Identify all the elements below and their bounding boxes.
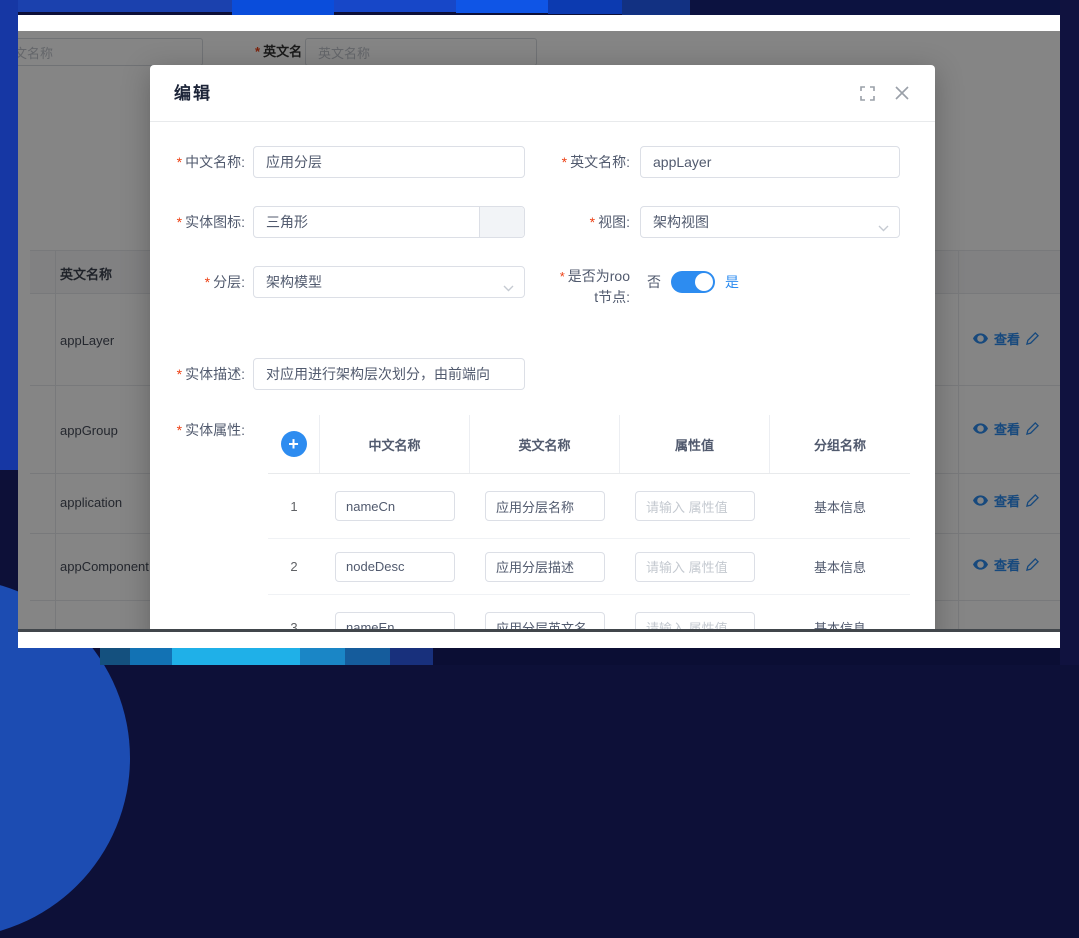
frame-bottom-segment: [300, 648, 345, 665]
frame-top-segment: [0, 0, 232, 12]
cn-name-label: *中文名称:: [150, 146, 245, 178]
layer-label: *分层:: [150, 266, 245, 298]
en-name-label: *英文名称:: [530, 146, 630, 178]
frame-top-segment: [334, 0, 456, 12]
is-root-label: *是否为roo t节点:: [530, 266, 630, 307]
frame-top-segment: [548, 0, 622, 14]
attr-header-group: 分组名称: [770, 415, 910, 473]
toggle-knob: [695, 273, 713, 291]
toggle-on-label: 是: [725, 272, 739, 292]
fullscreen-icon[interactable]: [860, 86, 875, 101]
frame-left-bar: [0, 0, 18, 470]
entity-icon-input[interactable]: 三角形: [253, 206, 525, 238]
icon-picker-button[interactable]: [479, 207, 524, 237]
app-screenshot: 中文名称 *英文名 英文名称 英文名称 appLayer appGroup ap…: [18, 15, 1060, 648]
frame-bottom-segment: [172, 648, 300, 665]
is-root-toggle[interactable]: [671, 271, 715, 293]
modal-title: 编辑: [174, 65, 212, 122]
attr-value-input[interactable]: 请输入 属性值: [635, 552, 755, 582]
required-asterisk: *: [177, 214, 182, 230]
layer-select[interactable]: 架构模型: [253, 266, 525, 298]
frame-top-segment: [456, 0, 548, 13]
required-asterisk: *: [205, 274, 210, 290]
attr-en-input[interactable]: 应用分层描述: [485, 552, 605, 582]
chevron-down-icon: [878, 219, 889, 235]
attr-value-input[interactable]: 请输入 属性值: [635, 491, 755, 521]
toggle-off-label: 否: [647, 272, 661, 292]
frame-right-bar: [1060, 0, 1079, 665]
required-asterisk: *: [177, 422, 182, 438]
row-index: 2: [290, 559, 297, 574]
row-index: 1: [290, 499, 297, 514]
frame-bottom-segment: [100, 648, 130, 665]
frame-top-segment: [622, 0, 690, 16]
attr-cn-input[interactable]: nodeDesc: [335, 552, 455, 582]
required-asterisk: *: [177, 154, 182, 170]
attr-group-value: 基本信息: [814, 557, 866, 576]
attr-group-value: 基本信息: [814, 497, 866, 516]
entity-desc-label: *实体描述:: [150, 358, 245, 390]
required-asterisk: *: [560, 269, 565, 284]
attr-cn-input[interactable]: nameCn: [335, 491, 455, 521]
entity-desc-input[interactable]: 对应用进行架构层次划分，由前端向: [253, 358, 525, 390]
modal-header: 编辑: [150, 65, 935, 122]
cn-name-input[interactable]: 应用分层: [253, 146, 525, 178]
frame-bottom-segment: [345, 648, 390, 665]
frame-bottom-segment: [390, 648, 433, 665]
required-asterisk: *: [562, 154, 567, 170]
view-label: *视图:: [530, 206, 630, 238]
is-root-toggle-group: 否 是: [647, 266, 739, 298]
frame-bottom-segment: [433, 648, 1079, 665]
en-name-input[interactable]: appLayer: [640, 146, 900, 178]
attr-header-en: 英文名称: [470, 415, 620, 473]
frame-bottom-segment: [130, 648, 172, 665]
entity-attrs-label: *实体属性:: [150, 420, 245, 440]
attribute-row: 1 nameCn 应用分层名称 请输入 属性值 基本信息: [268, 474, 910, 539]
required-asterisk: *: [177, 366, 182, 382]
app-bottom-edge: [18, 629, 1060, 632]
attribute-table-header: + 中文名称 英文名称 属性值 分组名称: [268, 415, 910, 474]
attribute-table: + 中文名称 英文名称 属性值 分组名称 1 nameCn 应用分层名称 请输入…: [268, 415, 910, 632]
chevron-down-icon: [503, 279, 514, 295]
frame-top-segment: [232, 0, 334, 16]
required-asterisk: *: [590, 214, 595, 230]
attr-header-value: 属性值: [620, 415, 770, 473]
attribute-row: 3 nameEn 应用分层英文名 请输入 属性值 基本信息: [268, 595, 910, 632]
attr-header-cn: 中文名称: [320, 415, 470, 473]
edit-modal: 编辑 *中文名称: 应用分层 *英文名称: appLayer: [150, 65, 935, 632]
close-icon[interactable]: [895, 86, 910, 101]
add-attribute-button[interactable]: +: [281, 431, 307, 457]
entity-icon-label: *实体图标:: [150, 206, 245, 238]
view-select[interactable]: 架构视图: [640, 206, 900, 238]
attr-en-input[interactable]: 应用分层名称: [485, 491, 605, 521]
app-viewport: 中文名称 *英文名 英文名称 英文名称 appLayer appGroup ap…: [18, 31, 1060, 632]
attribute-row: 2 nodeDesc 应用分层描述 请输入 属性值 基本信息: [268, 539, 910, 595]
